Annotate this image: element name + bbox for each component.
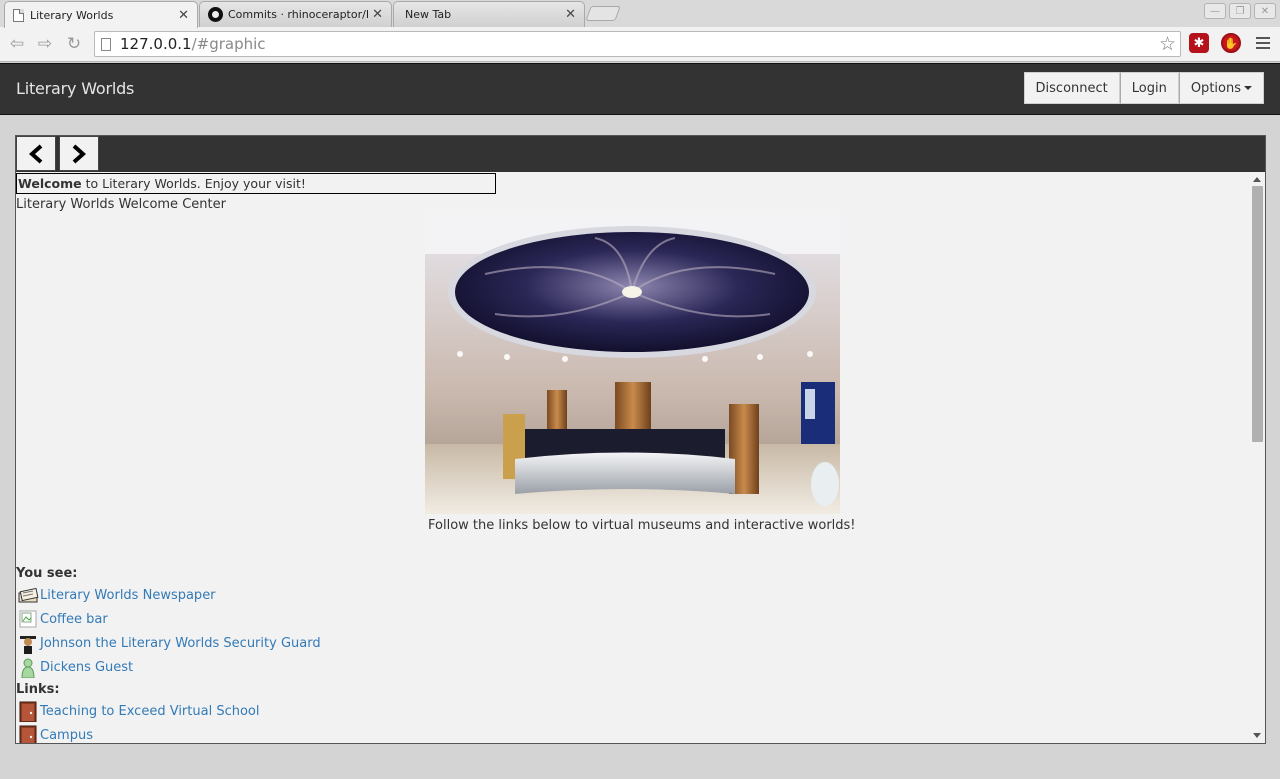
welcome-text: to Literary Worlds. Enjoy your visit!: [81, 176, 306, 191]
list-item[interactable]: Johnson the Literary Worlds Security Gua…: [17, 632, 321, 654]
restore-icon[interactable]: ❐: [1229, 3, 1251, 19]
welcome-center-image: [425, 214, 840, 514]
disconnect-button[interactable]: Disconnect: [1023, 72, 1120, 104]
links-label: Links:: [16, 682, 60, 697]
scroll-thumb[interactable]: [1252, 186, 1263, 442]
broken-image-icon: [17, 608, 39, 630]
newspaper-icon: [17, 584, 39, 606]
browser-tab-commits[interactable]: Commits · rhinoceraptor/LitW ✕: [199, 1, 392, 27]
content-scrollbar[interactable]: [1249, 172, 1265, 743]
tab-title: Commits · rhinoceraptor/LitW: [228, 8, 368, 21]
door-icon: [17, 700, 39, 723]
close-icon[interactable]: ✕: [565, 7, 576, 22]
door-icon: [17, 724, 39, 743]
adblock-extension-icon[interactable]: ✋: [1221, 33, 1241, 53]
chevron-right-icon: [72, 144, 87, 163]
caret-down-icon: [1244, 86, 1252, 90]
url-path: /#graphic: [191, 35, 266, 53]
brand-title[interactable]: Literary Worlds: [16, 79, 134, 98]
list-item[interactable]: Literary Worlds Newspaper: [17, 584, 216, 606]
browser-tab-new-tab[interactable]: New Tab ✕: [393, 1, 585, 27]
list-item[interactable]: Dickens Guest: [17, 656, 133, 679]
guard-icon: [17, 632, 39, 654]
link-teaching-to-exceed[interactable]: Teaching to Exceed Virtual School: [40, 704, 259, 719]
close-icon[interactable]: ✕: [178, 8, 189, 23]
address-bar[interactable]: 127.0.0.1/#graphic ☆: [94, 31, 1181, 57]
item-link-coffee-bar[interactable]: Coffee bar: [40, 612, 108, 627]
minimize-icon[interactable]: —: [1204, 3, 1226, 19]
page-icon: [101, 37, 111, 51]
location-title: Literary Worlds Welcome Center: [16, 197, 226, 212]
guest-icon: [17, 656, 39, 679]
lastpass-extension-icon[interactable]: ✱: [1189, 33, 1209, 53]
new-tab-button[interactable]: [585, 6, 621, 21]
url-host: 127.0.0.1: [120, 35, 192, 53]
login-button[interactable]: Login: [1119, 72, 1179, 104]
navbar-actions: Disconnect Login Options: [1023, 72, 1264, 104]
bookmark-star-icon[interactable]: ☆: [1159, 33, 1176, 55]
forward-button[interactable]: [59, 136, 99, 171]
link-campus[interactable]: Campus: [40, 728, 93, 743]
you-see-label: You see:: [16, 566, 78, 581]
world-panel: Welcome to Literary Worlds. Enjoy your v…: [15, 135, 1266, 744]
item-link-dickens-guest[interactable]: Dickens Guest: [40, 660, 133, 675]
window-close-icon[interactable]: ✕: [1254, 3, 1276, 19]
image-caption: Follow the links below to virtual museum…: [428, 518, 856, 533]
page-icon: [13, 8, 24, 22]
chevron-left-icon: [28, 144, 43, 163]
github-icon: [208, 7, 223, 22]
window-controls: — ❐ ✕: [1204, 3, 1276, 19]
tab-title: New Tab: [405, 8, 452, 21]
panel-toolbar: [16, 136, 1265, 172]
browser-toolbar: ⇦ ⇨ ↻ 127.0.0.1/#graphic ☆ ✱ ✋: [0, 27, 1280, 62]
list-item[interactable]: Coffee bar: [17, 608, 108, 630]
item-link-newspaper[interactable]: Literary Worlds Newspaper: [40, 588, 216, 603]
list-item[interactable]: Teaching to Exceed Virtual School: [17, 700, 259, 723]
scroll-down-icon[interactable]: [1253, 733, 1261, 738]
content-area: Welcome to Literary Worlds. Enjoy your v…: [16, 172, 1249, 743]
back-button[interactable]: [16, 136, 56, 171]
browser-tab-literary-worlds[interactable]: Literary Worlds ✕: [4, 1, 198, 28]
back-icon[interactable]: ⇦: [6, 33, 28, 55]
browser-menu-icon[interactable]: [1256, 37, 1270, 52]
reload-icon[interactable]: ↻: [63, 33, 85, 55]
scroll-up-icon[interactable]: [1253, 177, 1261, 182]
list-item[interactable]: Campus: [17, 724, 93, 743]
welcome-message: Welcome to Literary Worlds. Enjoy your v…: [16, 173, 496, 194]
close-icon[interactable]: ✕: [372, 7, 383, 22]
browser-tabstrip: Literary Worlds ✕ Commits · rhinocerapto…: [0, 0, 1280, 28]
options-dropdown[interactable]: Options: [1178, 72, 1264, 104]
welcome-bold: Welcome: [18, 176, 82, 191]
tab-title: Literary Worlds: [30, 8, 114, 22]
app-navbar: Literary Worlds Disconnect Login Options: [0, 63, 1280, 115]
options-label: Options: [1190, 80, 1241, 96]
forward-icon[interactable]: ⇨: [34, 33, 56, 55]
item-link-security-guard[interactable]: Johnson the Literary Worlds Security Gua…: [40, 636, 321, 651]
